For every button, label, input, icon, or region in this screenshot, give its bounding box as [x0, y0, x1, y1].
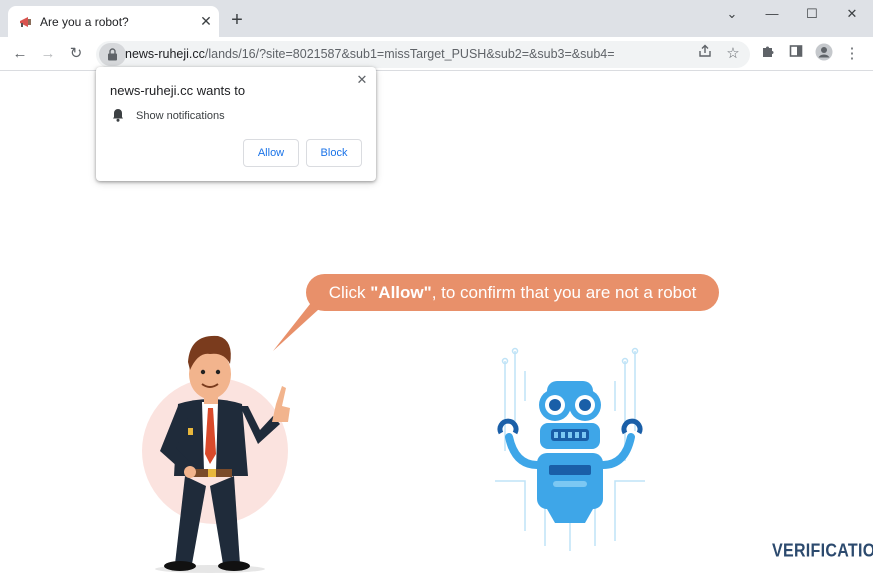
prompt-title: news-ruheji.cc wants to — [110, 83, 246, 98]
menu-kebab-icon[interactable]: ⋮ — [841, 43, 863, 65]
extensions-puzzle-icon[interactable] — [757, 43, 779, 65]
tab-close-icon[interactable]: ✕ — [198, 13, 214, 29]
site-info-button[interactable] — [99, 43, 126, 66]
maximize-button[interactable]: ☐ — [792, 4, 832, 24]
prompt-close-icon[interactable]: ✕ — [354, 72, 370, 88]
bell-icon — [113, 109, 123, 122]
bubble-text-emphasis: "Allow" — [370, 283, 432, 302]
allow-button[interactable]: Allow — [243, 139, 299, 167]
bubble-text-suffix: , to confirm that you are not a robot — [431, 283, 697, 302]
bookmark-star-icon[interactable]: ☆ — [722, 43, 744, 65]
url-text[interactable]: news-ruheji.cc/lands/16/?site=8021587&su… — [125, 47, 615, 61]
verification-watermark: VERIFICATION — [772, 541, 873, 562]
browser-toolbar: ← → ↻ news-ruheji.cc/lands/16/?site=8021… — [0, 37, 873, 71]
tab-strip: Are you a robot? ✕ + ⌄ — ☐ ✕ — [0, 0, 873, 37]
profile-avatar-icon[interactable] — [813, 43, 835, 65]
back-arrow-icon[interactable]: ← — [9, 43, 31, 65]
speech-bubble: Click "Allow", to confirm that you are n… — [306, 274, 719, 311]
url-path: /lands/16/?site=8021587&sub1=missTarget_… — [204, 47, 615, 61]
close-window-button[interactable]: ✕ — [832, 4, 872, 24]
minimize-button[interactable]: — — [752, 4, 792, 24]
browser-tab[interactable]: Are you a robot? ✕ — [8, 6, 219, 37]
tab-search-chevron-icon[interactable]: ⌄ — [712, 4, 752, 24]
megaphone-icon — [20, 17, 31, 27]
block-button[interactable]: Block — [306, 139, 362, 167]
reload-icon[interactable]: ↻ — [65, 43, 87, 65]
share-icon[interactable] — [694, 43, 716, 65]
businessman-illustration — [142, 335, 290, 573]
forward-arrow-icon[interactable]: → — [37, 43, 59, 65]
notification-permission-prompt: news-ruheji.cc wants to ✕ Show notificat… — [96, 67, 376, 181]
bubble-text-prefix: Click — [328, 283, 371, 302]
new-tab-button[interactable]: + — [228, 10, 246, 30]
url-host: news-ruheji.cc — [125, 47, 205, 61]
address-bar[interactable]: news-ruheji.cc/lands/16/?site=8021587&su… — [96, 41, 750, 68]
robot-illustration — [495, 347, 645, 551]
lock-icon — [108, 48, 117, 61]
tab-title: Are you a robot? — [40, 15, 129, 29]
permission-label: Show notifications — [136, 110, 225, 122]
side-panel-icon[interactable] — [785, 43, 807, 65]
